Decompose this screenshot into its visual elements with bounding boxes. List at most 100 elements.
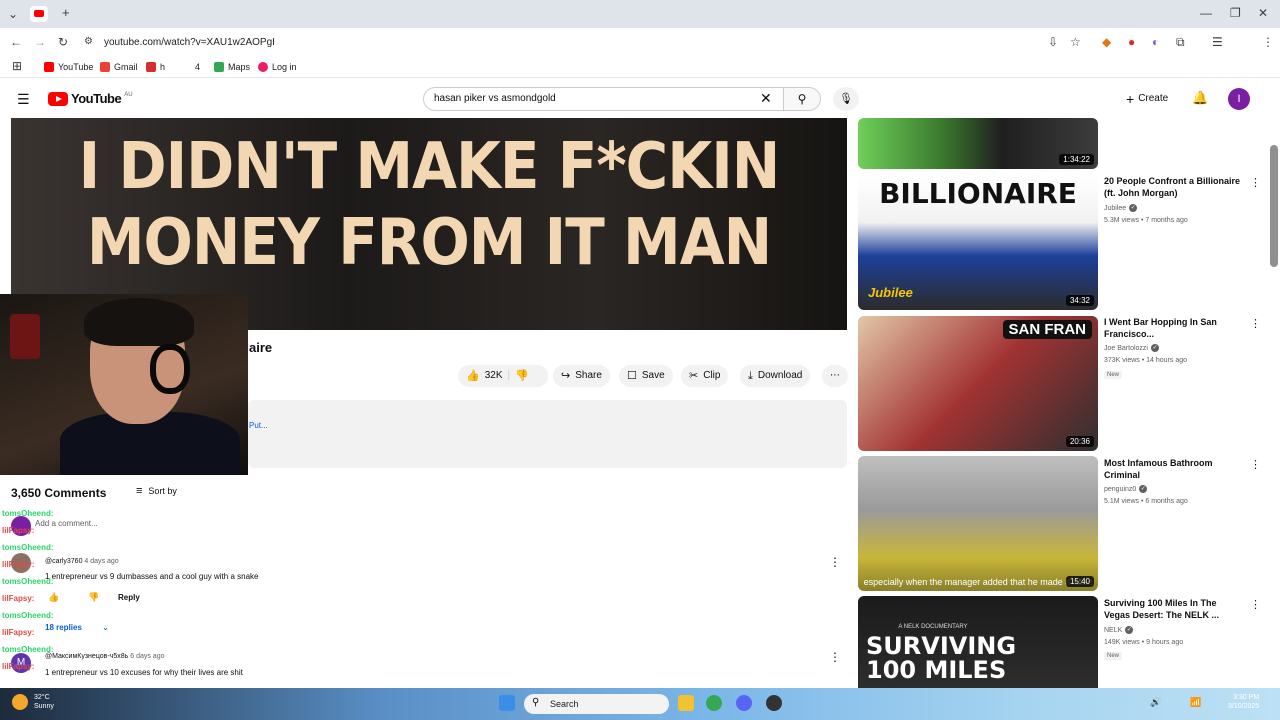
recommendation-title[interactable]: Most Infamous Bathroom Criminal — [1104, 457, 1244, 481]
search-input[interactable]: hasan piker vs asmondgold — [423, 87, 783, 111]
apps-grid-icon[interactable]: ⊞ — [12, 59, 22, 73]
notifications-bell-icon[interactable]: 🔔 — [1192, 90, 1208, 106]
author-name[interactable]: @МаксимКузнецов-ч5х8ь — [45, 653, 128, 660]
url-field[interactable]: youtube.com/watch?v=XAU1w2AOPgI — [104, 34, 1144, 52]
youtube-logo[interactable]: YouTube AU — [48, 91, 133, 106]
recommendation-title[interactable]: I Went Bar Hopping In San Francisco... — [1104, 316, 1244, 340]
save-button[interactable]: ☐ Save — [619, 365, 673, 387]
clip-button[interactable]: ✂ Clip — [681, 365, 729, 387]
recommendation-thumbnail[interactable]: BILLIONAIRE Jubilee 34:32 — [858, 175, 1098, 310]
bookmark-gmail[interactable]: Gmail — [100, 60, 138, 74]
bookmark-label: h — [160, 62, 166, 72]
create-button[interactable]: + Create — [1118, 87, 1178, 111]
recommendation-title[interactable]: 20 People Confront a Billionaire (ft. Jo… — [1104, 175, 1244, 199]
taskbar-clock[interactable]: 3:30 PM 3/10/2025 — [1228, 693, 1259, 711]
site-info-icon[interactable]: ⚙ — [84, 35, 93, 49]
recommendation-menu-icon[interactable]: ⋮ — [1250, 598, 1261, 611]
author-name[interactable]: @carly3760 — [45, 558, 82, 565]
comment-menu-icon[interactable]: ⋮ — [829, 556, 841, 568]
share-button[interactable]: ↪ Share — [553, 365, 610, 387]
bookmark-4[interactable]: 4 — [195, 60, 200, 74]
close-window-icon[interactable]: ✕ — [1258, 6, 1268, 20]
new-tab-icon[interactable]: + — [62, 6, 70, 20]
duration-badge: 15:40 — [1065, 576, 1094, 587]
comment-like-icon[interactable]: 👍 — [48, 592, 59, 603]
view-replies-button[interactable]: 18 replies ⌄ — [45, 623, 109, 632]
download-button[interactable]: ⤓ Download — [740, 365, 811, 387]
bookmark-h[interactable]: h — [146, 60, 165, 74]
recommendation-menu-icon[interactable]: ⋮ — [1250, 176, 1261, 189]
volume-icon[interactable]: 🔊 — [1150, 697, 1161, 708]
add-comment-input[interactable]: Add a comment... — [35, 519, 98, 528]
more-actions-button[interactable]: ⋯ — [822, 365, 848, 387]
file-explorer-icon[interactable] — [678, 695, 694, 711]
login-icon — [258, 62, 268, 72]
dislike-icon[interactable]: 👎 — [515, 365, 529, 387]
like-icon[interactable]: 👍 — [466, 365, 480, 387]
reply-button[interactable]: Reply — [118, 593, 140, 602]
recommendation-menu-icon[interactable]: ⋮ — [1250, 317, 1261, 330]
sort-button[interactable]: ≡ Sort by — [136, 485, 177, 497]
comment-text: 1 entrepreneur vs 10 excuses for why the… — [45, 668, 243, 677]
recommendation-thumbnail[interactable]: 1:34:22 — [858, 118, 1098, 169]
search-button[interactable]: ⚲ — [783, 87, 821, 111]
browser-menu-icon[interactable]: ⋮ — [1262, 35, 1274, 49]
video-caption-line-2: MONEY FROM IT MAN — [86, 204, 772, 280]
bookmark-maps[interactable]: Maps — [214, 60, 250, 74]
thumbnail-text: SURVIVING 100 MILES — [866, 632, 1017, 684]
discord-icon[interactable] — [736, 695, 752, 711]
extensions-puzzle-icon[interactable]: ⧉ — [1176, 35, 1185, 49]
recommendation-channel[interactable]: penguinz0 ✓ — [1104, 485, 1148, 493]
comment-menu-icon[interactable]: ⋮ — [829, 651, 841, 663]
reload-icon[interactable]: ↻ — [58, 35, 68, 49]
recommendation-thumbnail[interactable]: SAN FRAN 20:36 — [858, 316, 1098, 451]
bookmarks-bar: ⊞ — [0, 56, 1280, 78]
plus-icon: + — [1126, 91, 1135, 107]
recommendation-meta: 149K views • 9 hours ago — [1104, 639, 1184, 646]
thumbnail-text: SAN FRAN — [1002, 320, 1092, 339]
page-scrollbar[interactable] — [1270, 145, 1278, 267]
recommendation-menu-icon[interactable]: ⋮ — [1250, 458, 1261, 471]
restore-icon[interactable]: ❐ — [1230, 6, 1241, 20]
youtube-tab[interactable] — [30, 6, 48, 22]
sort-label: Sort by — [148, 486, 177, 496]
hamburger-menu-icon[interactable]: ☰ — [17, 92, 30, 106]
forward-icon[interactable]: → — [34, 35, 46, 49]
back-icon[interactable]: ← — [10, 35, 22, 49]
recommendation-channel[interactable]: Jubilee ✓ — [1104, 204, 1138, 212]
verified-icon: ✓ — [1125, 626, 1134, 634]
minimize-icon[interactable]: — — [1200, 6, 1212, 20]
comment-author[interactable]: @carly3760 4 days ago — [45, 558, 119, 565]
bookmark-login[interactable]: Log in — [258, 60, 297, 74]
voice-search-button[interactable]: 🎙 — [833, 87, 859, 111]
bookmark-favicon-icon — [146, 62, 156, 72]
comment-author[interactable]: @МаксимКузнецов-ч5х8ь 6 days ago — [45, 653, 164, 660]
reading-list-icon[interactable]: ☰ — [1212, 35, 1223, 49]
extension-icon[interactable]: ◐ — [1152, 35, 1159, 49]
recommendation-meta: 5.3M views • 7 months ago — [1104, 217, 1188, 224]
network-icon[interactable]: 📶 — [1190, 697, 1201, 708]
like-count[interactable]: 32K — [485, 365, 503, 387]
description-box[interactable] — [248, 400, 847, 468]
tab-list-icon[interactable]: ⌄ — [8, 7, 18, 21]
bookmark-label: YouTube — [58, 62, 94, 72]
account-avatar[interactable]: I — [1228, 88, 1250, 110]
recommendation-channel[interactable]: Joe Bartolozzi ✓ — [1104, 344, 1159, 352]
more-horizontal-icon: ⋯ — [830, 370, 840, 381]
download-label: Download — [757, 370, 803, 381]
bookmark-youtube[interactable]: YouTube — [44, 60, 93, 74]
start-windows-icon[interactable] — [499, 695, 515, 711]
clear-search-icon[interactable]: ✕ — [760, 90, 772, 107]
clip-label: Clip — [703, 370, 721, 381]
taskbar-search[interactable]: Search — [524, 694, 669, 714]
recommendation-title[interactable]: Surviving 100 Miles In The Vegas Desert:… — [1104, 597, 1244, 621]
recommendation-thumbnail[interactable]: A NELK DOCUMENTARY SURVIVING 100 MILES — [858, 596, 1098, 688]
weather-sun-icon[interactable] — [12, 694, 28, 710]
recommendation-thumbnail[interactable]: especially when the manager added that h… — [858, 456, 1098, 591]
comment-dislike-icon[interactable]: 👎 — [88, 592, 99, 603]
description-text[interactable]: Put... — [249, 421, 268, 430]
chrome-icon[interactable] — [706, 695, 722, 711]
recommendation-channel[interactable]: NELK ✓ — [1104, 626, 1134, 634]
weather-widget[interactable]: 32°C Sunny — [34, 693, 54, 711]
obs-icon[interactable] — [766, 695, 782, 711]
